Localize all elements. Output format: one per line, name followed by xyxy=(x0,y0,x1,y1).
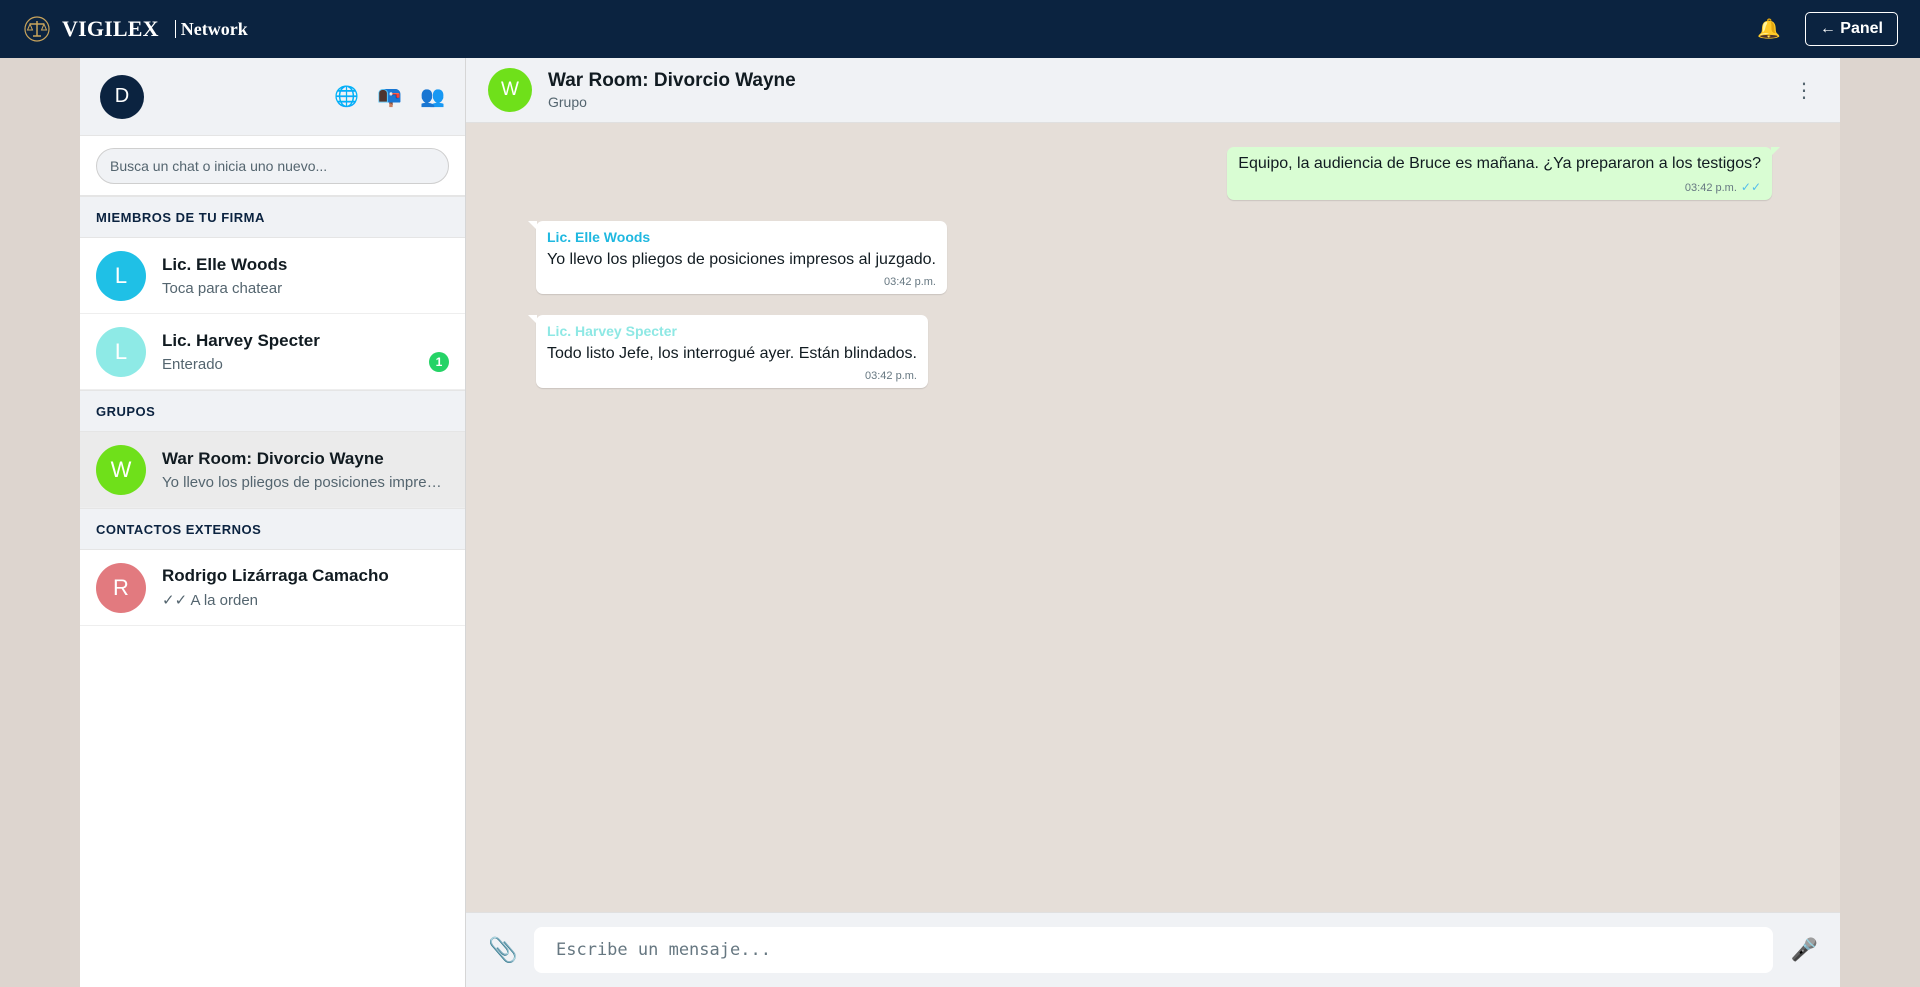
chat-item-name: War Room: Divorcio Wayne xyxy=(162,448,384,468)
scales-icon xyxy=(22,14,52,44)
chat-title: War Room: Divorcio Wayne xyxy=(548,70,796,91)
avatar: W xyxy=(96,444,146,495)
search-input[interactable] xyxy=(96,147,449,184)
chat-item-harvey-specter[interactable]: L Lic. Harvey Specter Enterado 1 xyxy=(80,314,465,390)
message-meta: 03:42 p.m. ✓✓ xyxy=(1238,180,1761,194)
message-sender: Lic. Harvey Specter xyxy=(547,323,677,339)
bell-icon[interactable]: 🔔 xyxy=(1757,17,1781,41)
avatar: R xyxy=(96,562,146,613)
chat-item-preview: ✓✓ A la orden xyxy=(162,592,259,609)
chat-item-war-room[interactable]: W War Room: Divorcio Wayne Yo llevo los … xyxy=(80,432,465,508)
message-composer: 📎 🎤 xyxy=(466,912,1840,987)
sidebar: D 🌐 📭 👥 MIEMBROS DE TU FIRMA L Lic. Elle… xyxy=(80,58,466,987)
chat-item-preview: Yo llevo los pliegos de posiciones impre… xyxy=(162,473,449,491)
section-title-members: MIEMBROS DE TU FIRMA xyxy=(80,196,465,238)
chat-subtitle: Grupo xyxy=(548,94,587,110)
chat-item-name: Rodrigo Lizárraga Camacho xyxy=(162,566,389,585)
chat-item-name: Lic. Elle Woods xyxy=(162,254,288,274)
globe-icon[interactable]: 🌐 xyxy=(334,87,359,107)
chat-item-text: Rodrigo Lizárraga Camacho ✓✓ A la orden xyxy=(162,566,449,609)
chat-item-text: War Room: Divorcio Wayne Yo llevo los pl… xyxy=(162,449,449,491)
chat-app: D 🌐 📭 👥 MIEMBROS DE TU FIRMA L Lic. Elle… xyxy=(80,58,1840,987)
chat-item-preview: Toca para chatear xyxy=(162,279,283,297)
message-text: Equipo, la audiencia de Bruce es mañana.… xyxy=(1238,155,1761,172)
chat-header[interactable]: W War Room: Divorcio Wayne Grupo ⋮ xyxy=(466,58,1840,123)
brand-name: VIGILEX xyxy=(62,16,159,41)
message-list: Equipo, la audiencia de Bruce es mañana.… xyxy=(466,123,1840,912)
chat-item-name: Lic. Harvey Specter xyxy=(162,330,320,350)
search-bar xyxy=(80,136,465,196)
chat-avatar: W xyxy=(488,68,532,112)
chat-item-text: Lic. Harvey Specter Enterado xyxy=(162,331,449,373)
message-sender: Lic. Elle Woods xyxy=(547,229,651,245)
avatar: L xyxy=(96,326,146,377)
message-time: 03:42 p.m. xyxy=(865,370,917,382)
section-title-external: CONTACTOS EXTERNOS xyxy=(80,508,465,550)
chat-item-rodrigo-lizarraga[interactable]: R Rodrigo Lizárraga Camacho ✓✓ A la orde… xyxy=(80,550,465,626)
message-time: 03:42 p.m. xyxy=(884,276,936,288)
avatar: L xyxy=(96,250,146,301)
brand[interactable]: VIGILEX Network xyxy=(22,14,248,44)
sidebar-header-icons: 🌐 📭 👥 xyxy=(334,87,445,107)
section-title-groups: GRUPOS xyxy=(80,390,465,432)
top-navbar: VIGILEX Network 🔔 ← Panel xyxy=(0,0,1920,58)
panel-button[interactable]: ← Panel xyxy=(1804,12,1898,46)
message-outgoing: Equipo, la audiencia de Bruce es mañana.… xyxy=(1227,147,1780,200)
sidebar-header: D 🌐 📭 👥 xyxy=(80,58,465,136)
kebab-menu-icon[interactable]: ⋮ xyxy=(1794,78,1814,103)
chat-item-preview: Enterado xyxy=(162,355,223,373)
chat-header-text: War Room: Divorcio Wayne Grupo xyxy=(548,70,796,110)
message-input[interactable] xyxy=(534,927,1773,973)
brand-subtitle: Network xyxy=(174,20,248,38)
message-time: 03:42 p.m. xyxy=(1684,182,1737,194)
message-text: Todo listo Jefe, los interrogué ayer. Es… xyxy=(547,345,917,362)
message-incoming: Lic. Harvey Specter Todo listo Jefe, los… xyxy=(528,315,928,388)
unread-badge: 1 xyxy=(429,352,449,372)
topbar-actions: 🔔 ← Panel xyxy=(1757,12,1898,46)
people-icon[interactable]: 👥 xyxy=(420,87,445,107)
mailbox-icon[interactable]: 📭 xyxy=(377,87,402,107)
microphone-icon[interactable]: 🎤 xyxy=(1791,937,1818,963)
chat-pane: W War Room: Divorcio Wayne Grupo ⋮ Equip… xyxy=(466,58,1840,987)
message-incoming: Lic. Elle Woods Yo llevo los pliegos de … xyxy=(528,221,947,294)
chat-item-text: Lic. Elle Woods Toca para chatear xyxy=(162,255,449,297)
chat-item-elle-woods[interactable]: L Lic. Elle Woods Toca para chatear xyxy=(80,238,465,314)
message-text: Yo llevo los pliegos de posiciones impre… xyxy=(547,251,936,268)
paperclip-icon[interactable]: 📎 xyxy=(488,936,518,965)
my-avatar[interactable]: D xyxy=(100,74,144,119)
read-ticks-icon: ✓✓ xyxy=(1740,180,1761,194)
